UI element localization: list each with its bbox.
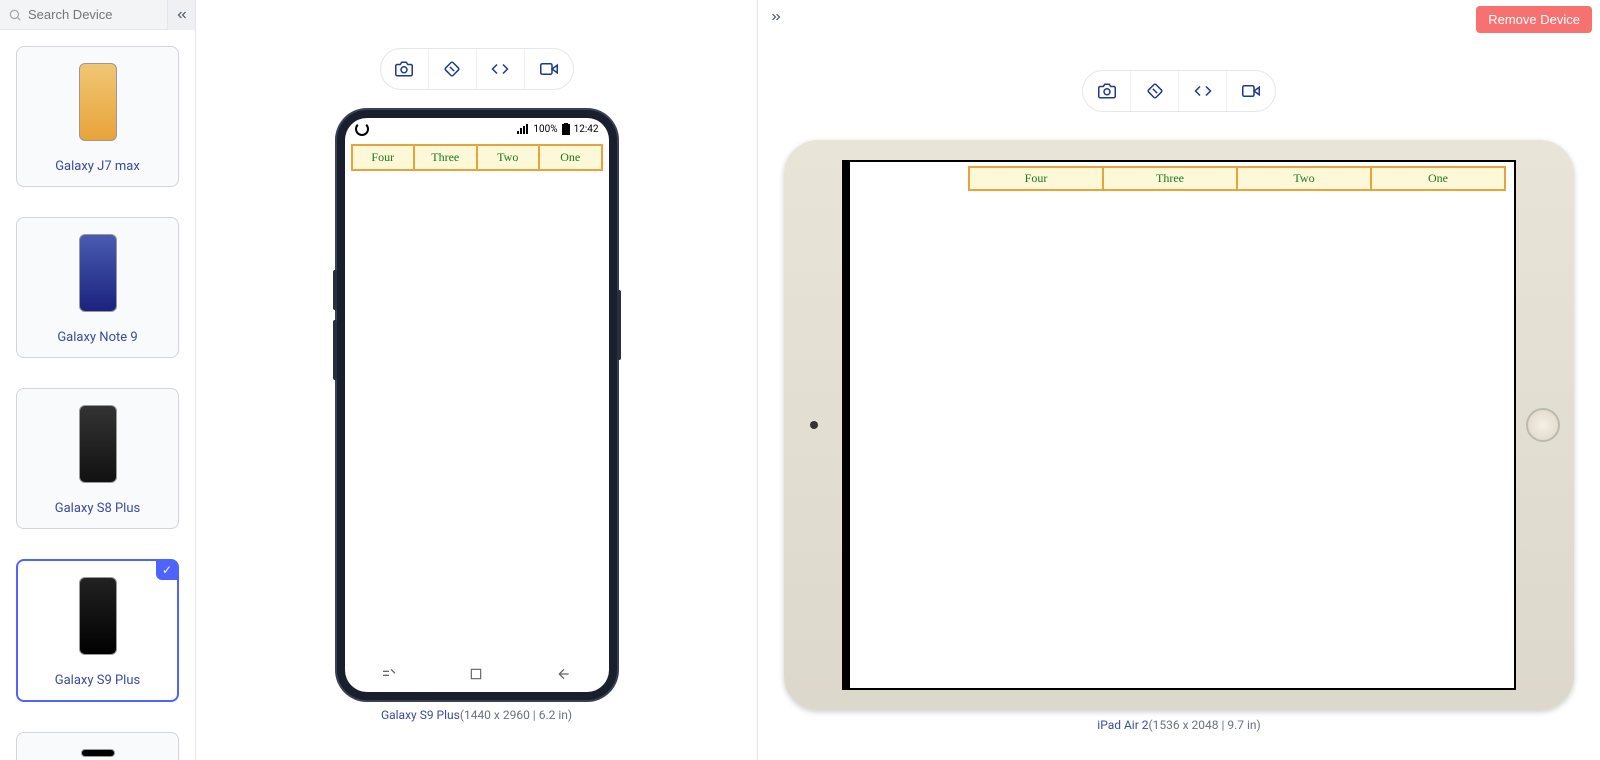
nav-tab[interactable]: Two [1238, 168, 1372, 189]
loading-icon [355, 122, 369, 136]
rotate-icon [1146, 82, 1164, 100]
device-card-galaxy-s8-plus[interactable]: Galaxy S8 Plus [16, 388, 179, 529]
device-card-galaxy-note-9[interactable]: Galaxy Note 9 [16, 217, 179, 358]
preview-pane-tablet: Remove Device Four Three Two [758, 0, 1600, 760]
phone-preview: 100% 12:42 Four Three Two One [196, 110, 757, 722]
phone-frame: 100% 12:42 Four Three Two One [337, 110, 617, 700]
inspect-button[interactable] [477, 49, 525, 89]
nav-tab[interactable]: Four [970, 168, 1104, 189]
back-icon[interactable] [556, 666, 572, 682]
nav-tab[interactable]: Three [1104, 168, 1238, 189]
status-bar: 100% 12:42 [345, 118, 609, 140]
clock: 12:42 [574, 124, 599, 135]
device-card-galaxy-s9-plus[interactable]: ✓ Galaxy S9 Plus [16, 559, 179, 702]
device-label: Galaxy J7 max [25, 159, 170, 174]
nav-tab[interactable]: One [1372, 168, 1504, 189]
nav-tab[interactable]: Four [353, 146, 416, 169]
remove-device-button[interactable]: Remove Device [1476, 6, 1592, 33]
nav-tabs: Four Three Two One [968, 166, 1506, 191]
video-icon [540, 60, 558, 78]
device-label: Galaxy S9 Plus [26, 673, 169, 688]
device-sidebar: Galaxy J7 max Galaxy Note 9 Galaxy S8 Pl… [0, 0, 196, 760]
phone-screen[interactable]: 100% 12:42 Four Three Two One [345, 118, 609, 692]
nav-tab[interactable]: Two [478, 146, 541, 169]
chevron-double-right-icon [769, 10, 783, 24]
battery-percent: 100% [533, 124, 557, 135]
rotate-button[interactable] [1131, 71, 1179, 111]
device-thumb [25, 399, 170, 489]
search-bar [0, 0, 195, 30]
signal-icon [517, 124, 529, 134]
device-toolbar [758, 70, 1600, 112]
ipad-frame: Four Three Two One [784, 140, 1574, 710]
nav-tabs: Four Three Two One [351, 144, 603, 171]
nav-tab[interactable]: One [540, 146, 601, 169]
home-icon[interactable] [469, 667, 483, 681]
recents-icon[interactable] [381, 666, 397, 682]
search-icon [8, 8, 22, 22]
search-input[interactable] [28, 7, 159, 22]
device-caption: iPad Air 2(1536 x 2048 | 9.7 in) [1097, 718, 1260, 732]
rotate-button[interactable] [429, 49, 477, 89]
chevron-double-left-icon [175, 8, 189, 22]
device-thumb [25, 228, 170, 318]
device-thumb [25, 57, 170, 147]
collapse-sidebar-button[interactable] [167, 0, 195, 30]
device-thumb [25, 743, 170, 760]
screenshot-button[interactable] [381, 49, 429, 89]
device-label: Galaxy Note 9 [25, 330, 170, 345]
device-toolbar [196, 48, 757, 90]
device-list[interactable]: Galaxy J7 max Galaxy Note 9 Galaxy S8 Pl… [0, 30, 195, 760]
expand-pane-button[interactable] [764, 6, 788, 28]
device-caption: Galaxy S9 Plus(1440 x 2960 | 6.2 in) [381, 708, 572, 722]
record-button[interactable] [525, 49, 573, 89]
camera-dot [810, 421, 818, 429]
device-thumb [26, 571, 169, 661]
inspect-button[interactable] [1179, 71, 1227, 111]
video-icon [1242, 82, 1260, 100]
camera-icon [1098, 82, 1116, 100]
camera-icon [395, 60, 413, 78]
ipad-screen[interactable]: Four Three Two One [842, 160, 1516, 690]
nav-tab[interactable]: Three [415, 146, 478, 169]
device-card-next[interactable] [16, 732, 179, 760]
android-nav-bar [345, 656, 609, 692]
device-card-galaxy-j7-max[interactable]: Galaxy J7 max [16, 46, 179, 187]
tablet-preview: Four Three Two One iPad Air 2(1536 x 204… [758, 132, 1600, 732]
code-icon [1194, 82, 1212, 100]
device-label: Galaxy S8 Plus [25, 501, 170, 516]
battery-icon [562, 123, 570, 135]
screenshot-button[interactable] [1083, 71, 1131, 111]
main-workspace: 100% 12:42 Four Three Two One [196, 0, 1600, 760]
code-icon [491, 60, 509, 78]
check-icon: ✓ [156, 560, 178, 580]
rotate-icon [443, 60, 461, 78]
preview-pane-phone: 100% 12:42 Four Three Two One [196, 0, 758, 760]
home-button[interactable] [1526, 408, 1560, 442]
record-button[interactable] [1227, 71, 1275, 111]
